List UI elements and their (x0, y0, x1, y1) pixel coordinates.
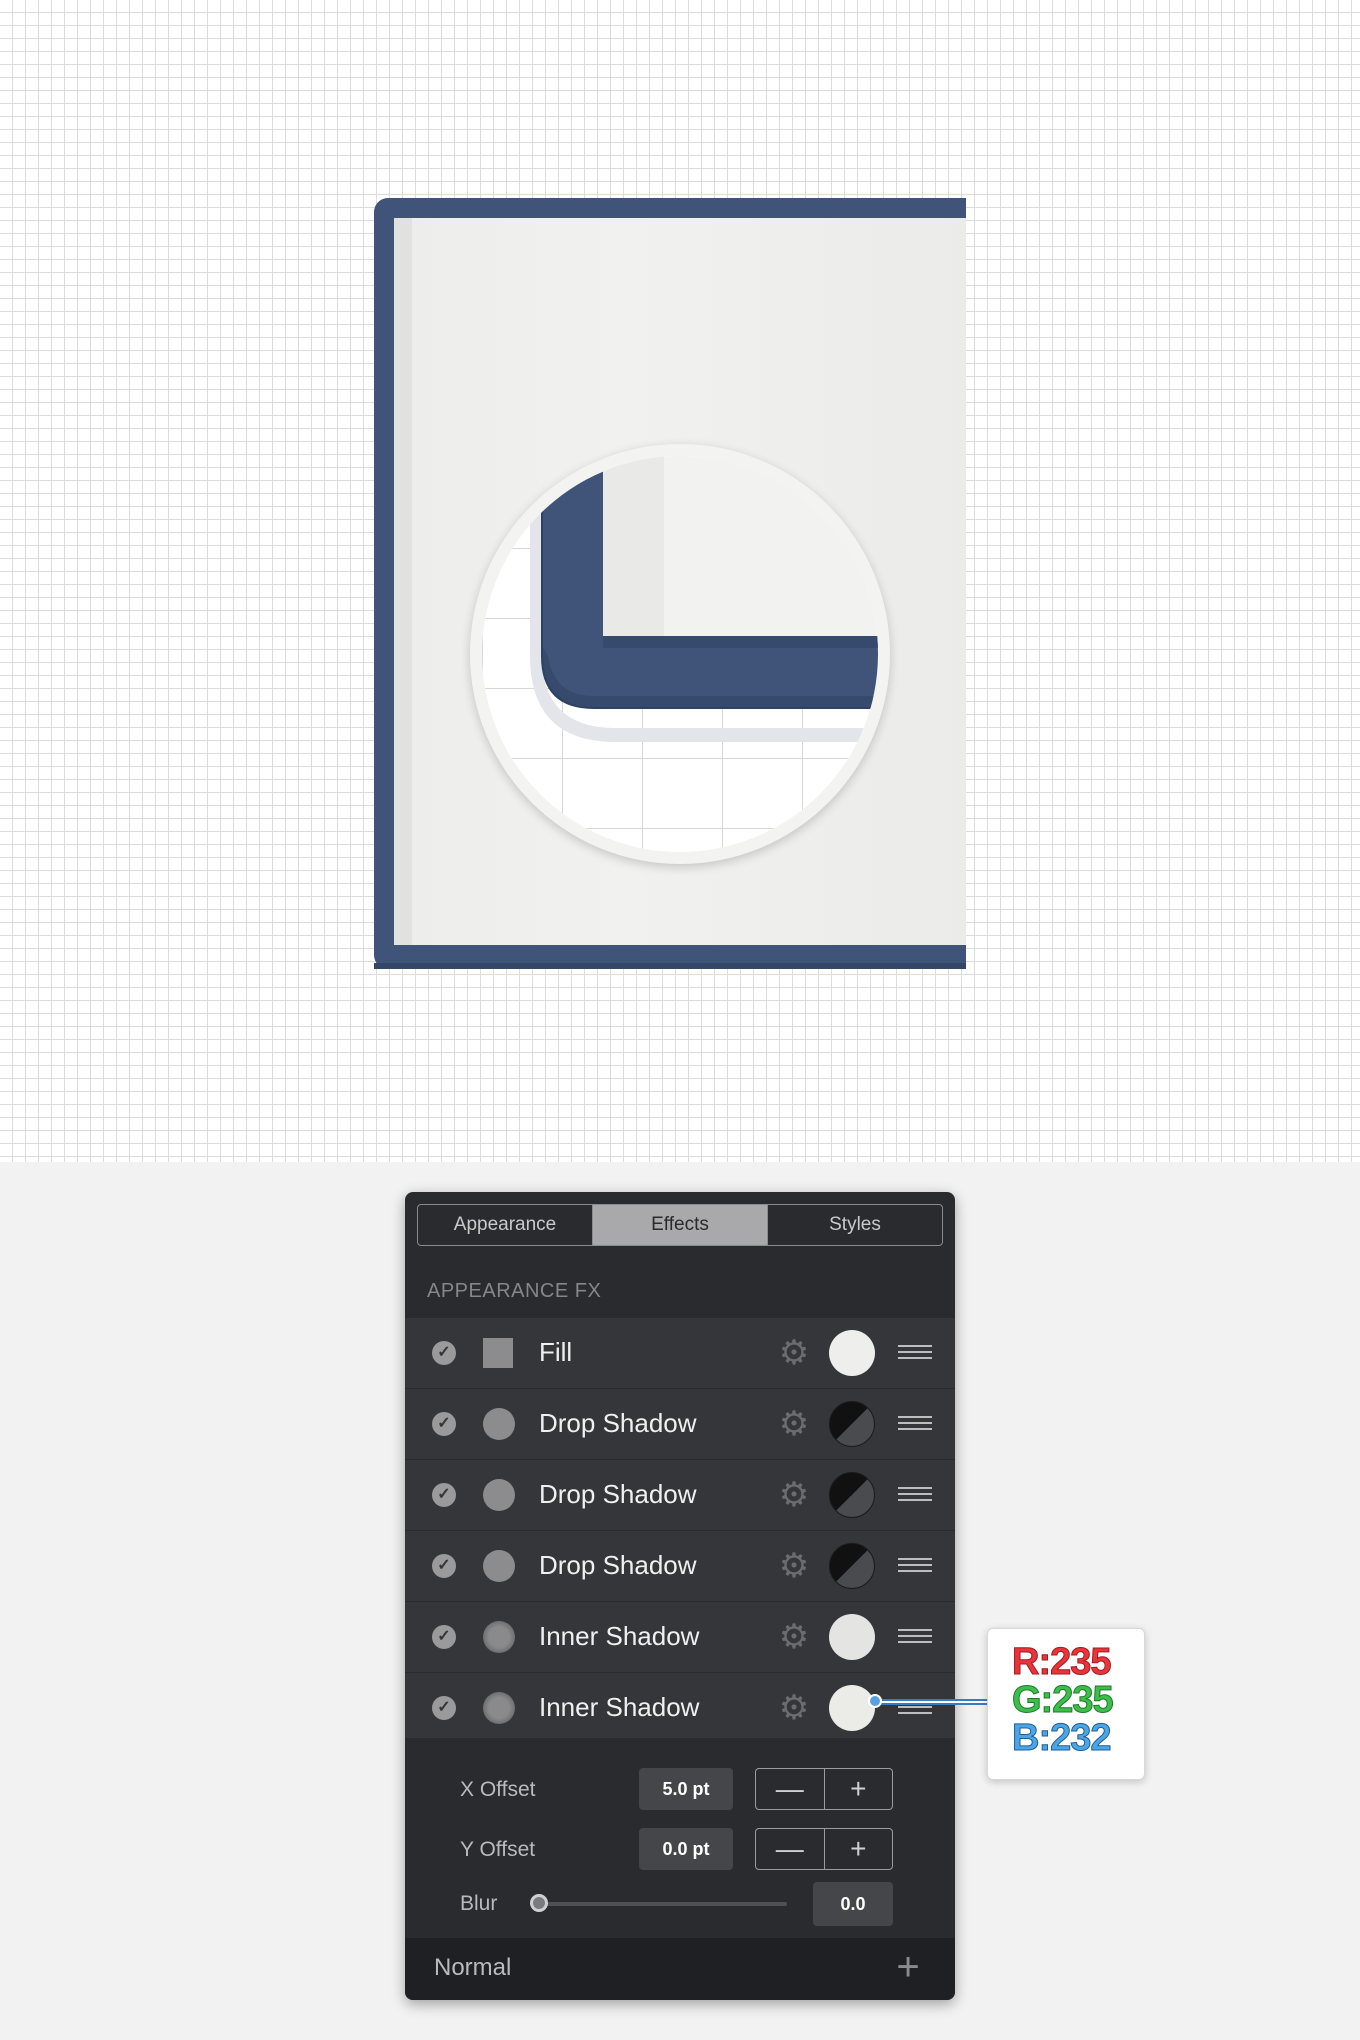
effect-label: Drop Shadow (539, 1479, 697, 1509)
tab-effects[interactable]: Effects (593, 1205, 768, 1245)
color-well[interactable] (829, 1543, 875, 1589)
effect-row-drop-shadow[interactable]: ✓ Drop Shadow ⚙ (405, 1531, 955, 1602)
gear-icon[interactable]: ⚙ (777, 1549, 811, 1583)
red-value: R:235 (1012, 1641, 1112, 1684)
x-offset-decrement-button[interactable]: — (756, 1769, 825, 1809)
effect-label: Drop Shadow (539, 1408, 697, 1438)
callout-anchor-dot (868, 1694, 882, 1708)
shadow-swatch-icon (483, 1550, 515, 1582)
gear-icon[interactable]: ⚙ (777, 1478, 811, 1512)
x-offset-label: X Offset (460, 1778, 536, 1801)
gear-icon[interactable]: ⚙ (777, 1691, 811, 1725)
y-offset-label: Y Offset (460, 1838, 536, 1861)
blur-slider-thumb[interactable] (530, 1894, 548, 1912)
x-offset-increment-button[interactable]: + (825, 1769, 893, 1809)
appearance-panel: Appearance Effects Styles APPEARANCE FX … (405, 1192, 955, 2000)
drag-handle-icon[interactable] (898, 1487, 932, 1503)
tab-appearance[interactable]: Appearance (418, 1205, 593, 1245)
inner-shadow-swatch-icon (483, 1621, 515, 1653)
gear-icon[interactable]: ⚙ (777, 1407, 811, 1441)
blur-slider-track[interactable] (537, 1902, 787, 1906)
effect-row-inner-shadow[interactable]: ✓ Inner Shadow ⚙ (405, 1673, 955, 1744)
zoom-frame-inner-edge (603, 636, 878, 648)
color-well[interactable] (829, 1401, 875, 1447)
check-icon[interactable]: ✓ (432, 1554, 456, 1578)
shadow-swatch-icon (483, 1479, 515, 1511)
drag-handle-icon[interactable] (898, 1416, 932, 1432)
blue-value: B:232 (1012, 1717, 1112, 1760)
effect-row-drop-shadow[interactable]: ✓ Drop Shadow ⚙ (405, 1460, 955, 1531)
gear-icon[interactable]: ⚙ (777, 1336, 811, 1370)
color-well[interactable] (829, 1472, 875, 1518)
color-well[interactable] (829, 1330, 875, 1376)
effect-label: Drop Shadow (539, 1550, 697, 1580)
effect-label: Inner Shadow (539, 1692, 700, 1722)
effect-label: Inner Shadow (539, 1621, 700, 1651)
check-icon[interactable]: ✓ (432, 1483, 456, 1507)
effect-row-fill[interactable]: ✓ Fill ⚙ (405, 1318, 955, 1389)
y-offset-stepper: — + (755, 1828, 893, 1870)
y-offset-decrement-button[interactable]: — (756, 1829, 825, 1869)
effects-list: ✓ Fill ⚙ ✓ Drop Shadow ⚙ ✓ Drop Shadow ⚙ (405, 1318, 955, 1744)
inner-shadow-swatch-icon (483, 1692, 515, 1724)
blur-label: Blur (460, 1892, 498, 1915)
gear-icon[interactable]: ⚙ (777, 1620, 811, 1654)
effect-settings: X Offset 5.0 pt — + Y Offset 0.0 pt — + … (405, 1738, 955, 1938)
check-icon[interactable]: ✓ (432, 1412, 456, 1436)
tab-styles[interactable]: Styles (768, 1205, 942, 1245)
y-offset-increment-button[interactable]: + (825, 1829, 893, 1869)
drag-handle-icon[interactable] (898, 1629, 932, 1645)
section-title: APPEARANCE FX (427, 1280, 602, 1302)
frame-bottom-edge (374, 963, 966, 969)
effect-row-inner-shadow[interactable]: ✓ Inner Shadow ⚙ (405, 1602, 955, 1673)
effect-row-drop-shadow[interactable]: ✓ Drop Shadow ⚙ (405, 1389, 955, 1460)
blur-value-field[interactable]: 0.0 (813, 1882, 893, 1926)
zoom-lens (482, 456, 878, 852)
panel-footer: Normal + (405, 1938, 955, 2000)
y-offset-field[interactable]: 0.0 pt (639, 1828, 733, 1870)
callout-connector (874, 1699, 988, 1705)
zoom-paper-strip (602, 456, 664, 636)
effect-label: Fill (539, 1337, 573, 1367)
shadow-swatch-icon (483, 1408, 515, 1440)
drag-handle-icon[interactable] (898, 1345, 932, 1361)
blend-mode-select[interactable]: Normal (434, 1954, 511, 1982)
rgb-callout: R:235 G:235 B:232 (987, 1628, 1145, 1780)
check-icon[interactable]: ✓ (432, 1625, 456, 1649)
add-effect-button[interactable]: + (891, 1947, 925, 1987)
check-icon[interactable]: ✓ (432, 1696, 456, 1720)
check-icon[interactable]: ✓ (432, 1341, 456, 1365)
x-offset-field[interactable]: 5.0 pt (639, 1768, 733, 1810)
color-well[interactable] (829, 1685, 875, 1731)
zoom-loupe (470, 444, 890, 864)
artboard-canvas[interactable] (0, 0, 1360, 1162)
zoomed-corner-illustration (530, 456, 878, 742)
fill-swatch-icon (483, 1338, 513, 1368)
color-well[interactable] (829, 1614, 875, 1660)
drag-handle-icon[interactable] (898, 1558, 932, 1574)
x-offset-stepper: — + (755, 1768, 893, 1810)
green-value: G:235 (1012, 1679, 1115, 1722)
panel-tabs: Appearance Effects Styles (417, 1204, 943, 1246)
